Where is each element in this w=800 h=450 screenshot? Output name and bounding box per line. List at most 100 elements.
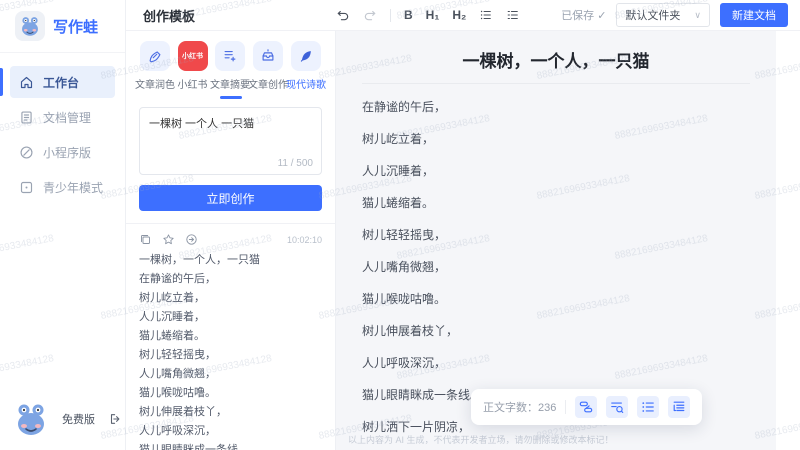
content-area: 文章润色 小红书 小红书 文章摘要 文章创作 现代诗歌 一棵树 一个人 一只猫 …	[126, 31, 800, 450]
sidebar-footer: 免费版	[0, 388, 125, 450]
rewrite-icon[interactable]	[575, 396, 598, 418]
create-box-icon	[253, 41, 283, 71]
result-line: 人儿呼吸深沉，	[139, 425, 216, 437]
sidebar-item-label: 小程序版	[43, 145, 92, 160]
word-count-value: 236	[538, 402, 557, 414]
expand-text-icon[interactable]	[606, 396, 629, 418]
sidebar-item-workbench[interactable]: 工作台	[0, 66, 115, 98]
tab-article-create[interactable]: 文章创作	[248, 41, 288, 91]
result-line: 树儿伸展着枝丫，	[139, 406, 227, 418]
app-logo: 写作蛙	[0, 0, 125, 53]
result-line: 树儿屹立着，	[139, 292, 205, 304]
folder-select[interactable]: 默认文件夹 ∨	[616, 3, 710, 27]
heading1-button[interactable]: H₁	[426, 8, 440, 22]
undo-icon[interactable]	[336, 8, 350, 22]
heading2-button[interactable]: H₂	[452, 8, 466, 22]
frog-logo-icon	[15, 11, 45, 41]
document-line: 人儿嘴角微翘，	[362, 260, 447, 274]
document-title: 一棵树，一个人，一只猫	[462, 52, 650, 71]
outline-list-icon[interactable]	[668, 396, 691, 418]
result-line: 猫儿眼睛眯成一条线。	[139, 444, 249, 450]
tab-label: 现代诗歌	[286, 80, 326, 91]
result-line: 树儿轻轻摇曳，	[139, 349, 216, 361]
star-icon[interactable]	[162, 233, 175, 246]
document-line: 树儿屹立着，	[362, 132, 435, 146]
panel-title: 创作模板	[143, 8, 196, 24]
user-avatar[interactable]	[13, 401, 49, 437]
word-count: 正文字数：236	[483, 402, 557, 414]
floating-toolbar: 正文字数：236	[471, 389, 703, 425]
logout-icon[interactable]	[108, 412, 122, 426]
home-icon	[19, 75, 34, 90]
document-line: 树儿伸展着枝丫，	[362, 324, 459, 338]
document-icon	[19, 110, 34, 125]
create-now-button[interactable]: 立即创作	[139, 185, 322, 211]
bold-button[interactable]: B	[404, 8, 413, 22]
document-body: 在静谧的午后， 树儿屹立着， 人儿沉睡着， 猫儿蜷缩着。 树儿轻轻摇曳， 人儿嘴角微翘， 猫…	[336, 84, 776, 437]
tab-modern-poetry[interactable]: 现代诗歌	[286, 41, 326, 91]
sidebar-item-label: 工作台	[43, 75, 80, 90]
template-tabs: 文章润色 小红书 小红书 文章摘要 文章创作 现代诗歌	[135, 41, 326, 91]
bullet-list-icon[interactable]	[479, 8, 493, 22]
format-toolbar: B H₁ H₂	[336, 8, 520, 22]
prompt-input[interactable]: 一棵树 一个人 一只猫	[140, 108, 321, 154]
plan-badge: 免费版	[62, 414, 95, 426]
result-line: 一棵树，一个人，一只猫	[139, 254, 260, 266]
app-title: 写作蛙	[53, 18, 99, 36]
document-line: 树儿轻轻摇曳，	[362, 228, 447, 242]
copy-icon[interactable]	[139, 233, 152, 246]
ai-disclaimer: 以上内容为 AI 生成，不代表开发者立场，请勿删除或修改本标记！	[348, 435, 614, 445]
prompt-input-box: 一棵树 一个人 一只猫 11 / 500	[139, 107, 322, 175]
new-document-button[interactable]: 新建文档	[720, 3, 788, 27]
document-panel: 一棵树，一个人，一只猫 在静谧的午后， 树儿屹立着， 人儿沉睡着， 猫儿蜷缩着。 树儿轻…	[336, 31, 800, 450]
bullet-list-icon[interactable]	[637, 396, 660, 418]
topbar-right: 已保存 ✓ 默认文件夹 ∨ 新建文档	[561, 3, 800, 27]
teen-mode-icon	[19, 180, 34, 195]
sidebar-item-teen-mode[interactable]: 青少年模式	[10, 171, 115, 203]
template-panel: 文章润色 小红书 小红书 文章摘要 文章创作 现代诗歌 一棵树 一个人 一只猫 …	[126, 31, 336, 450]
document-line: 猫儿蜷缩着。	[362, 196, 435, 210]
char-counter: 11 / 500	[277, 158, 313, 169]
tab-article-summary[interactable]: 文章摘要	[210, 41, 250, 91]
result-divider	[126, 223, 335, 224]
sidebar-item-documents[interactable]: 文档管理	[10, 101, 115, 133]
result-line: 在静谧的午后，	[139, 273, 216, 285]
result-header: 10:02:10	[139, 233, 322, 246]
tab-xiaohongshu[interactable]: 小红书 小红书	[177, 41, 208, 91]
sidebar-item-label: 青少年模式	[43, 180, 104, 195]
tab-article-polish[interactable]: 文章润色	[135, 41, 175, 91]
result-text: 一棵树，一个人，一只猫 在静谧的午后， 树儿屹立着， 人儿沉睡着， 猫儿蜷缩着。 树儿轻轻…	[139, 255, 322, 450]
poetry-quill-icon	[291, 41, 321, 71]
result-line: 猫儿蜷缩着。	[139, 330, 205, 342]
sidebar-item-miniprogram[interactable]: 小程序版	[10, 136, 115, 168]
document-page[interactable]: 一棵树，一个人，一只猫 在静谧的午后， 树儿屹立着， 人儿沉睡着， 猫儿蜷缩着。 树儿轻…	[336, 31, 776, 450]
app-window: 写作蛙 工作台 文档管理 小程序版 青少年模式 免费版 创作模板 B H₁ H₂…	[0, 0, 800, 450]
chevron-down-icon: ∨	[694, 9, 701, 20]
result-line: 猫儿喉咙咕噜。	[139, 387, 216, 399]
document-line: 在静谧的午后，	[362, 100, 447, 114]
toolbar-divider	[390, 8, 391, 22]
result-timestamp: 10:02:10	[286, 234, 322, 245]
result-line: 人儿沉睡着，	[139, 311, 205, 323]
insert-to-doc-icon[interactable]	[185, 233, 198, 246]
main-area: 创作模板 B H₁ H₂ 已保存 ✓ 默认文件夹 ∨ 新建文档 文章润色 小红书…	[126, 0, 800, 450]
document-line: 人儿呼吸深沉，	[362, 356, 447, 370]
miniprogram-icon	[19, 145, 34, 160]
redo-icon[interactable]	[363, 8, 377, 22]
tab-label: 文章创作	[248, 80, 288, 91]
ordered-list-icon[interactable]	[506, 8, 520, 22]
xiaohongshu-icon: 小红书	[177, 41, 208, 71]
top-toolbar: 创作模板 B H₁ H₂ 已保存 ✓ 默认文件夹 ∨ 新建文档	[126, 0, 800, 31]
document-line: 猫儿喉咙咕噜。	[362, 292, 447, 306]
sidebar-menu: 工作台 文档管理 小程序版 青少年模式	[0, 53, 125, 388]
toolbar-divider	[565, 400, 567, 414]
tab-label: 文章润色	[135, 80, 175, 91]
tab-label: 文章摘要	[210, 80, 250, 91]
summary-icon	[215, 41, 245, 71]
result-line: 人儿嘴角微翘，	[139, 368, 216, 380]
sidebar: 写作蛙 工作台 文档管理 小程序版 青少年模式 免费版	[0, 0, 126, 450]
document-line: 人儿沉睡着，	[362, 164, 435, 178]
save-status: 已保存 ✓	[561, 9, 607, 23]
tabs-scroll-indicator[interactable]	[220, 96, 242, 99]
polish-pen-icon	[140, 41, 170, 71]
